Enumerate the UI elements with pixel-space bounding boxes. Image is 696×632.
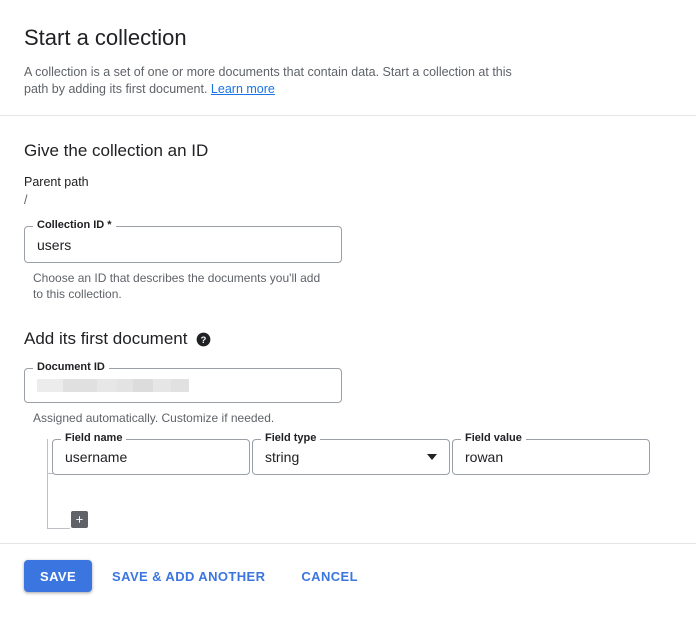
- document-id-label: Document ID: [33, 361, 109, 374]
- learn-more-link[interactable]: Learn more: [211, 82, 275, 96]
- tree-branch-add-button: [47, 528, 70, 529]
- footer-actions: SAVE SAVE & ADD ANOTHER CANCEL: [0, 544, 696, 608]
- collection-id-field[interactable]: Collection ID *: [24, 219, 342, 263]
- dialog-header: Start a collection A collection is a set…: [0, 0, 696, 98]
- collection-id-helper: Choose an ID that describes the document…: [33, 271, 321, 301]
- dialog-footer: SAVE SAVE & ADD ANOTHER CANCEL: [0, 543, 696, 632]
- field-type-field[interactable]: Field type string: [252, 432, 450, 475]
- help-circle-icon[interactable]: ?: [196, 332, 211, 347]
- plus-icon: [76, 516, 83, 523]
- field-type-label: Field type: [261, 432, 321, 445]
- chevron-down-icon[interactable]: [427, 454, 437, 460]
- document-section-title: Add its first document ?: [24, 328, 672, 350]
- add-field-button[interactable]: [71, 511, 88, 528]
- field-value-label: Field value: [461, 432, 526, 445]
- save-and-add-another-button[interactable]: SAVE & ADD ANOTHER: [100, 560, 277, 592]
- cancel-button[interactable]: CANCEL: [289, 560, 370, 592]
- collection-section-title: Give the collection an ID: [24, 141, 209, 160]
- collection-id-input[interactable]: [37, 236, 329, 253]
- tree-trunk-line: [47, 439, 48, 528]
- document-id-helper: Assigned automatically. Customize if nee…: [33, 411, 275, 425]
- parent-path-label: Parent path: [24, 175, 89, 189]
- svg-text:?: ?: [201, 334, 207, 344]
- parent-path-value: /: [24, 193, 28, 207]
- field-name-input[interactable]: [65, 449, 237, 465]
- field-type-value: string: [265, 449, 300, 465]
- field-name-label: Field name: [61, 432, 127, 445]
- document-fields-area: Field name Field type string Field value: [24, 432, 672, 537]
- page-description: A collection is a set of one or more doc…: [24, 64, 529, 98]
- save-button[interactable]: SAVE: [24, 560, 93, 592]
- document-id-redacted-value: [37, 379, 189, 392]
- field-value-field[interactable]: Field value: [452, 432, 650, 475]
- page-title: Start a collection: [24, 25, 187, 50]
- document-id-field[interactable]: Document ID: [24, 361, 342, 403]
- field-value-input[interactable]: [465, 449, 637, 465]
- field-name-field[interactable]: Field name: [52, 432, 250, 475]
- document-section-title-text: Add its first document: [24, 329, 188, 348]
- dialog-body: Give the collection an ID Parent path / …: [0, 116, 696, 537]
- collection-id-label: Collection ID *: [33, 219, 116, 232]
- document-field-row: Field name Field type string Field value: [52, 432, 672, 475]
